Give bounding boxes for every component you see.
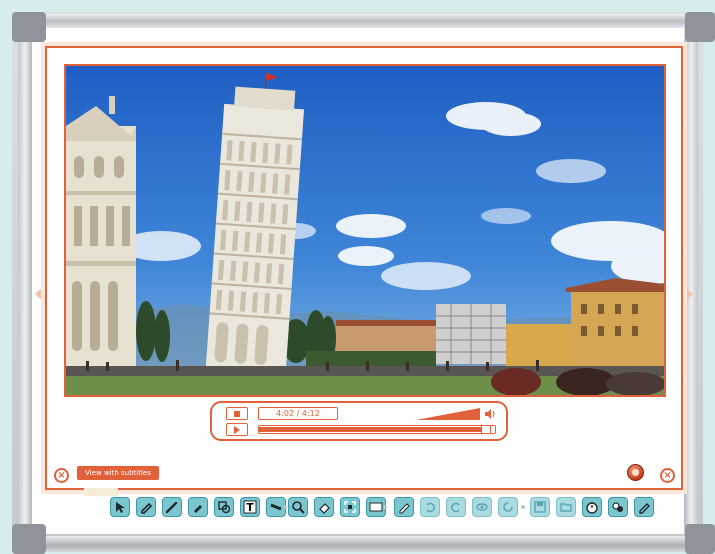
timer-tool-button[interactable] [582,497,602,517]
frame-bottom-rail [30,536,685,552]
video-player[interactable] [64,64,666,397]
pencil-tool-button[interactable] [394,497,414,517]
toolbar-separator [283,505,287,509]
settings-pen-tool-button[interactable] [634,497,654,517]
frame-corner [685,12,715,42]
timer-icon [586,502,598,514]
pencil-icon [399,503,410,514]
undo-tool-button[interactable] [420,497,440,517]
save-tool-button[interactable] [530,497,550,517]
refresh-icon [503,502,513,512]
eye-icon [476,503,488,511]
video-controls: 4:02 / 4:12 [210,401,508,441]
close-left-button[interactable]: × [54,468,69,483]
magnifier-tool-button[interactable] [288,497,308,517]
highlighter-icon [194,505,202,513]
toolbar: T [110,497,654,519]
pointer-icon [116,502,125,513]
play-button[interactable] [226,423,248,436]
time-display: 4:02 / 4:12 [258,407,338,420]
save-icon [534,501,546,513]
stop-button[interactable] [226,407,248,420]
eraser-icon [319,503,330,514]
frame-corner [12,524,46,554]
frame-corner [12,12,46,42]
progress-bar[interactable] [258,425,496,434]
hidden-tab [84,488,118,496]
play-icon [234,425,240,434]
toolbar-separator [521,505,525,509]
video-frame-image [66,66,664,395]
pen-tool-button[interactable] [136,497,156,517]
time-separator: / [296,409,300,418]
group-tool-button[interactable] [608,497,628,517]
folder-tool-button[interactable] [556,497,576,517]
audio-icon[interactable] [627,464,644,481]
highlighter-tool-button[interactable] [188,497,208,517]
close-right-button[interactable]: × [660,468,675,483]
next-page-arrow-icon[interactable] [683,285,693,303]
progress-thumb[interactable] [481,425,491,434]
pointer-tool-button[interactable] [110,497,130,517]
frame-top-rail [30,14,685,28]
brush-tool-button[interactable] [162,497,182,517]
stop-icon [234,410,240,417]
group-icon [612,502,623,512]
shapes-icon [218,501,231,514]
duration: 4:12 [301,409,320,418]
current-time: 4:02 [276,409,295,418]
blank-page-icon [369,502,383,512]
view-subtitles-button[interactable]: View with subtitles [77,466,159,480]
undo-icon [426,502,435,513]
eraser-tool-button[interactable] [314,497,334,517]
frame-left-rail [18,40,32,524]
text-tool-button[interactable]: T [240,497,260,517]
settings-pen-icon [639,503,650,514]
toolbar-separator [383,505,387,509]
fullscreen-tool-button[interactable] [340,497,360,517]
shapes-tool-button[interactable] [214,497,234,517]
volume-slider[interactable] [416,408,480,420]
previous-page-arrow-icon[interactable] [35,285,45,303]
fullscreen-icon [344,501,356,513]
refresh-tool-button[interactable] [498,497,518,517]
frame-right-rail [684,40,698,524]
speaker-icon[interactable] [484,408,496,420]
line-tool-icon [270,503,282,511]
frame-corner [685,524,715,554]
eye-tool-button[interactable] [472,497,492,517]
redo-tool-button[interactable] [446,497,466,517]
magnifier-icon [292,501,305,514]
text-icon: T [243,500,257,514]
progress-fill [259,427,487,432]
brush-icon [165,501,178,514]
redo-icon [451,502,460,513]
svg-text:T: T [246,501,254,514]
pen-icon [141,502,153,514]
folder-icon [560,503,572,512]
